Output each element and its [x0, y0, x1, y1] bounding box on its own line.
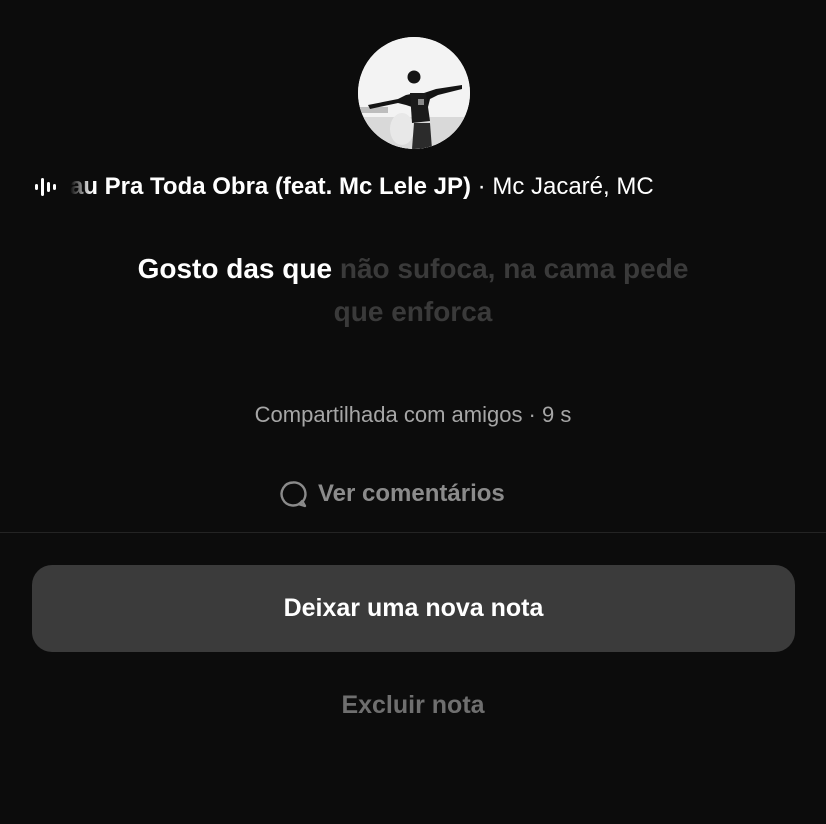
leave-new-note-label: Deixar uma nova nota: [283, 594, 544, 622]
avatar[interactable]: [358, 37, 470, 149]
track-marquee: au Pra Toda Obra (feat. Mc Lele JP) · Mc…: [70, 172, 782, 202]
divider: [0, 532, 826, 533]
view-comments-label: Ver comentários: [318, 480, 505, 507]
lyric-active: Gosto das que: [137, 253, 333, 284]
track-artists: Mc Jacaré, MC: [492, 173, 654, 200]
track-row[interactable]: au Pra Toda Obra (feat. Mc Lele JP) · Mc…: [0, 168, 826, 206]
share-meta: Compartilhada com amigos · 9 s: [254, 402, 572, 427]
track-separator: ·: [471, 173, 493, 200]
lyric-upcoming: não sufoca, na cama pede: [332, 253, 689, 284]
audio-wave-icon: [35, 178, 56, 196]
delete-note-button[interactable]: Excluir nota: [0, 686, 826, 724]
speech-bubble-icon: [280, 481, 307, 508]
lyrics: Gosto das que não sufoca, na cama pede q…: [70, 247, 756, 333]
avatar-photo: [358, 37, 470, 149]
delete-note-label: Excluir nota: [341, 691, 485, 719]
lyric-upcoming-next: que enforca: [333, 296, 493, 327]
leave-new-note-button[interactable]: Deixar uma nova nota: [32, 565, 795, 652]
view-comments-button[interactable]: Ver comentários: [278, 474, 505, 514]
track-title: au Pra Toda Obra (feat. Mc Lele JP): [70, 173, 471, 200]
